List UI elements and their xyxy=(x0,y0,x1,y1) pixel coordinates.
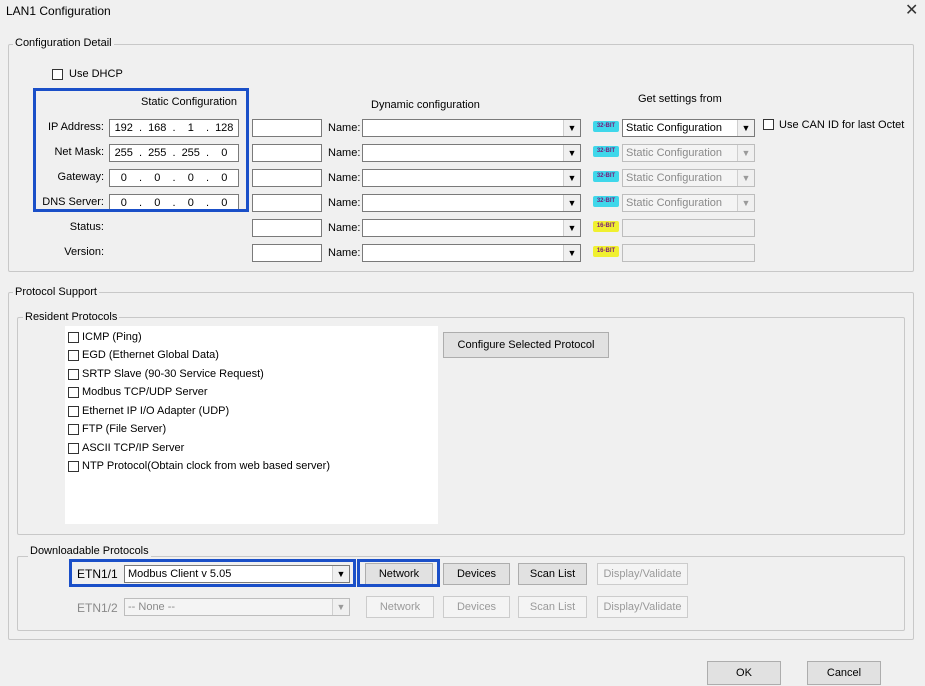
etn1-2-display-validate-button: Display/Validate xyxy=(597,596,688,618)
protocol-item[interactable]: SRTP Slave (90-30 Service Request) xyxy=(68,366,264,382)
resident-protocol-list[interactable]: ICMP (Ping) EGD (Ethernet Global Data) S… xyxy=(65,326,438,524)
use-can-id-label: Use CAN ID for last Octet xyxy=(779,119,905,131)
protocol-checkbox[interactable] xyxy=(68,460,79,472)
ok-button[interactable]: OK xyxy=(707,661,781,685)
protocol-checkbox[interactable] xyxy=(68,331,79,343)
use-dhcp-label: Use DHCP xyxy=(69,68,123,80)
chevron-down-icon: ▼ xyxy=(737,145,754,161)
etn1-2-network-button: Network xyxy=(366,596,434,618)
gateway-source-dropdown: Static Configuration ▼ xyxy=(622,169,755,187)
chevron-down-icon: ▼ xyxy=(563,195,580,211)
32-bit-icon: 32-BIT xyxy=(593,196,619,207)
protocol-item[interactable]: ASCII TCP/IP Server xyxy=(68,440,184,456)
ip-address-dynamic-field[interactable] xyxy=(252,119,322,137)
32-bit-icon: 32-BIT xyxy=(593,171,619,182)
protocol-item[interactable]: NTP Protocol(Obtain clock from web based… xyxy=(68,458,330,474)
etn1-1-devices-button[interactable]: Devices xyxy=(443,563,510,585)
etn1-1-scan-list-button[interactable]: Scan List xyxy=(518,563,587,585)
dns-server-source-dropdown: Static Configuration ▼ xyxy=(622,194,755,212)
ip-address-source-dropdown[interactable]: Static Configuration ▼ xyxy=(622,119,755,137)
status-source-field xyxy=(622,219,755,237)
name-label: Name: xyxy=(328,247,361,259)
etn1-2-label: ETN1/2 xyxy=(77,601,118,615)
protocol-item[interactable]: FTP (File Server) xyxy=(68,421,166,437)
name-label: Name: xyxy=(328,197,361,209)
version-source-field xyxy=(622,244,755,262)
status-label: Status: xyxy=(69,221,104,233)
chevron-down-icon: ▼ xyxy=(563,145,580,161)
gateway-dynamic-field[interactable] xyxy=(252,169,322,187)
window-title: LAN1 Configuration xyxy=(6,4,111,18)
resident-protocols-label: Resident Protocols xyxy=(23,311,120,323)
32-bit-icon: 32-BIT xyxy=(593,146,619,157)
static-configuration-highlight xyxy=(33,88,249,212)
protocol-checkbox[interactable] xyxy=(68,349,79,361)
net-mask-source-dropdown: Static Configuration ▼ xyxy=(622,144,755,162)
chevron-down-icon: ▼ xyxy=(737,195,754,211)
configuration-detail-label: Configuration Detail xyxy=(13,37,114,49)
configure-selected-protocol-button[interactable]: Configure Selected Protocol xyxy=(443,332,609,358)
chevron-down-icon: ▼ xyxy=(563,170,580,186)
gateway-name-dropdown[interactable]: ▼ xyxy=(362,169,581,187)
etn1-1-dropdown-highlight xyxy=(69,559,356,587)
name-label: Name: xyxy=(328,122,361,134)
name-label: Name: xyxy=(328,172,361,184)
chevron-down-icon: ▼ xyxy=(563,120,580,136)
name-label: Name: xyxy=(328,222,361,234)
name-label: Name: xyxy=(328,147,361,159)
cancel-button[interactable]: Cancel xyxy=(807,661,881,685)
dynamic-configuration-header: Dynamic configuration xyxy=(371,99,480,111)
chevron-down-icon: ▼ xyxy=(332,599,349,615)
ip-address-name-dropdown[interactable]: ▼ xyxy=(362,119,581,137)
16-bit-icon: 16-BIT xyxy=(593,221,619,232)
dns-server-dynamic-field[interactable] xyxy=(252,194,322,212)
16-bit-icon: 16-BIT xyxy=(593,246,619,257)
etn1-2-devices-button: Devices xyxy=(443,596,510,618)
protocol-checkbox[interactable] xyxy=(68,405,79,417)
network-button-highlight xyxy=(357,559,440,587)
protocol-checkbox[interactable] xyxy=(68,442,79,454)
32-bit-icon: 32-BIT xyxy=(593,121,619,132)
net-mask-name-dropdown[interactable]: ▼ xyxy=(362,144,581,162)
get-settings-header: Get settings from xyxy=(638,93,722,105)
protocol-checkbox[interactable] xyxy=(68,368,79,380)
chevron-down-icon: ▼ xyxy=(563,220,580,236)
version-dynamic-field[interactable] xyxy=(252,244,322,262)
close-icon[interactable]: ✕ xyxy=(905,0,918,20)
chevron-down-icon: ▼ xyxy=(737,120,754,136)
protocol-item[interactable]: Ethernet IP I/O Adapter (UDP) xyxy=(68,403,229,419)
use-can-id-checkbox[interactable] xyxy=(763,119,774,130)
downloadable-protocols-label: Downloadable Protocols xyxy=(28,545,151,557)
version-label: Version: xyxy=(64,246,104,258)
net-mask-dynamic-field[interactable] xyxy=(252,144,322,162)
version-name-dropdown[interactable]: ▼ xyxy=(362,244,581,262)
etn1-2-protocol-dropdown: -- None -- ▼ xyxy=(124,598,350,616)
dns-server-name-dropdown[interactable]: ▼ xyxy=(362,194,581,212)
protocol-item[interactable]: ICMP (Ping) xyxy=(68,329,142,345)
chevron-down-icon: ▼ xyxy=(563,245,580,261)
protocol-support-label: Protocol Support xyxy=(13,286,99,298)
etn1-1-display-validate-button: Display/Validate xyxy=(597,563,688,585)
chevron-down-icon: ▼ xyxy=(737,170,754,186)
use-dhcp-checkbox[interactable] xyxy=(52,69,63,80)
protocol-checkbox[interactable] xyxy=(68,423,79,435)
status-name-dropdown[interactable]: ▼ xyxy=(362,219,581,237)
protocol-item[interactable]: EGD (Ethernet Global Data) xyxy=(68,347,219,363)
status-dynamic-field[interactable] xyxy=(252,219,322,237)
protocol-checkbox[interactable] xyxy=(68,386,79,398)
protocol-item[interactable]: Modbus TCP/UDP Server xyxy=(68,384,208,400)
etn1-2-scan-list-button: Scan List xyxy=(518,596,587,618)
